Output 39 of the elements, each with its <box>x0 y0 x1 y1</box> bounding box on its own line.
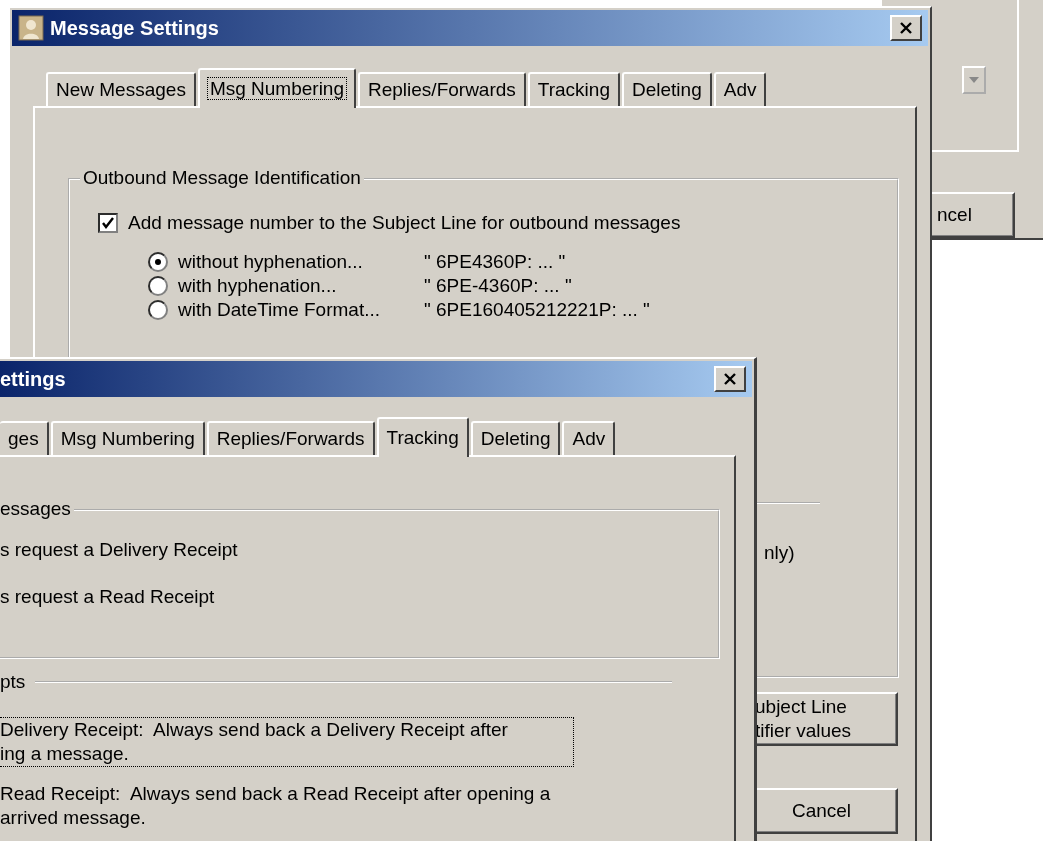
option-label: nly) <box>764 542 795 564</box>
tab[interactable]: Msg Numbering <box>197 68 356 108</box>
close-icon <box>723 373 737 385</box>
tab[interactable]: Adv <box>713 72 767 106</box>
check-icon <box>101 216 115 230</box>
tab[interactable]: Tracking <box>376 417 469 457</box>
checkbox[interactable] <box>98 213 118 233</box>
tab[interactable]: New Messages <box>46 72 196 106</box>
radio-label: without hyphenation... <box>178 251 364 273</box>
app-icon <box>18 15 44 41</box>
tab[interactable]: Replies/Forwards <box>358 72 526 106</box>
radio-button[interactable] <box>148 252 168 272</box>
radio-label: with DateTime Format... <box>178 299 381 321</box>
checkbox-label: s request a Delivery Receipt <box>0 539 239 561</box>
close-button[interactable] <box>890 15 922 41</box>
tab[interactable]: Replies/Forwards <box>206 421 375 455</box>
radio-button[interactable] <box>148 276 168 296</box>
tab[interactable]: Tracking <box>527 72 620 106</box>
radio-button[interactable] <box>148 300 168 320</box>
radio-label: with hyphenation... <box>178 275 338 297</box>
tab[interactable]: Deleting <box>470 421 561 455</box>
tab[interactable]: Adv <box>562 421 616 455</box>
window-title: Message Settings <box>50 16 220 40</box>
tab[interactable]: Deleting <box>622 72 712 106</box>
scroll-down-button[interactable] <box>962 66 986 94</box>
close-icon <box>899 22 913 34</box>
down-arrow-icon <box>969 77 979 83</box>
checkbox-label: s request a Read Receipt <box>0 586 216 608</box>
format-example: " 6PE4360P: ... " <box>424 251 566 273</box>
tab[interactable]: ges <box>0 421 49 455</box>
close-button[interactable] <box>714 366 746 392</box>
format-example: " 6PE-4360P: ... " <box>424 275 572 297</box>
window-title: ettings <box>0 367 67 391</box>
tab[interactable]: Msg Numbering <box>50 421 205 455</box>
option-label[interactable]: Read Receipt: Always send back a Read Receipt after opening a arrived message. <box>0 781 574 831</box>
format-example: " 6PE160405212221P: ... " <box>424 299 650 321</box>
section-title: pts <box>0 671 26 693</box>
checkbox-label: Add message number to the Subject Line for outbound messages <box>128 212 681 234</box>
option-label[interactable]: Delivery Receipt: Always send back a Delivery Receipt after ing a message. <box>0 717 574 767</box>
